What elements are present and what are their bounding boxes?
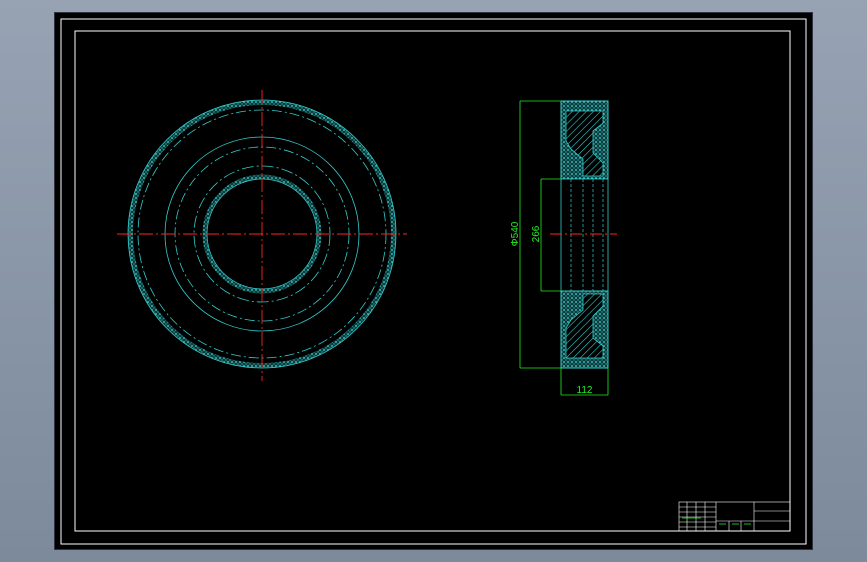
hub-region [560, 178, 609, 292]
cad-drawing: Φ540 266 112 [60, 18, 807, 545]
front-view [117, 90, 407, 381]
title-block [678, 501, 791, 532]
section-view [550, 100, 617, 369]
inner-diameter-label: 266 [531, 225, 542, 242]
width-label: 112 [577, 385, 593, 396]
outer-diameter-label: Φ540 [510, 221, 521, 246]
inner-frame [74, 30, 791, 532]
drawing-sheet: Φ540 266 112 [55, 13, 812, 549]
outer-frame [60, 18, 807, 545]
